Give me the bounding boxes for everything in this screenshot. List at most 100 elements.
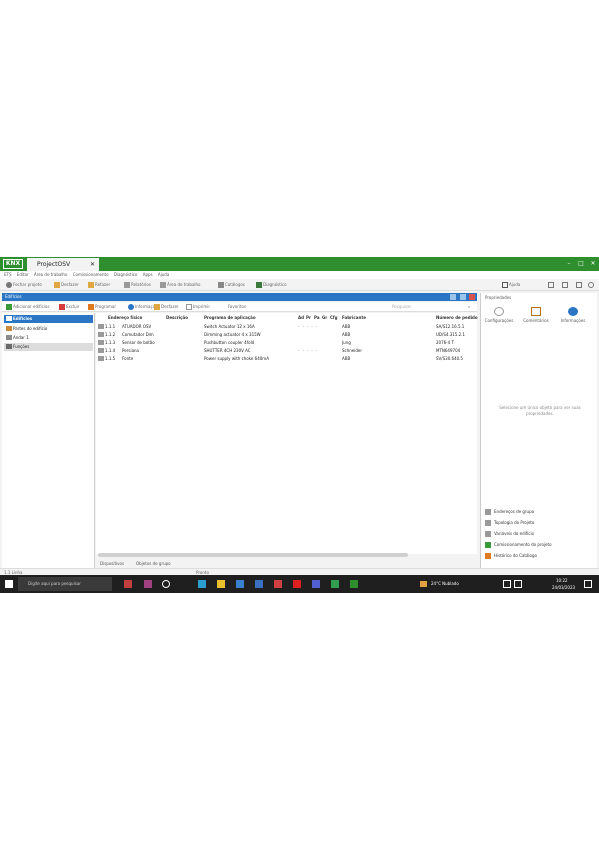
panel-dropdown-icon[interactable]	[450, 294, 457, 300]
menu-item[interactable]: Ajuda	[158, 272, 169, 277]
teams-icon[interactable]	[312, 580, 320, 588]
app-icon[interactable]	[124, 580, 132, 588]
link-building-variables[interactable]: Variáveis do edifício	[485, 529, 595, 539]
col-header[interactable]: Fabricante	[342, 315, 366, 320]
toolbar-icon-2[interactable]	[562, 279, 569, 291]
col-header[interactable]: Gr	[322, 315, 327, 320]
notifications-icon[interactable]	[584, 580, 592, 588]
link-catalog-history[interactable]: Histórico do Catálogo	[485, 551, 595, 561]
close-window-button[interactable]: ✕	[589, 259, 597, 268]
settings-tab[interactable]: Configurações	[484, 307, 514, 323]
search-input[interactable]: Pesquisar	[392, 302, 411, 312]
menu-item[interactable]: Área de trabalho	[34, 272, 68, 277]
information-tab[interactable]: Informações	[558, 307, 588, 323]
toolbar-icon-1[interactable]	[548, 279, 555, 291]
link-topology[interactable]: Topologia do Projeto	[485, 518, 595, 528]
taskbar-search-input[interactable]: Digite aqui para pesquisar	[18, 577, 112, 591]
menu-item[interactable]: ETS	[4, 272, 12, 277]
device-icon	[98, 356, 104, 361]
table-row[interactable]: 1.1.2 Comutador Dim Dimming actuator 4 x…	[96, 331, 477, 339]
ets-icon[interactable]	[350, 580, 358, 588]
history-icon	[485, 553, 491, 559]
cell-manufacturer: ABB	[342, 332, 351, 337]
cell-application: SHUTTER 4CH 230V AC	[204, 348, 251, 353]
menu-item[interactable]: Apps	[143, 272, 153, 277]
minimize-button[interactable]: –	[565, 259, 573, 268]
whatsapp-icon[interactable]	[331, 580, 339, 588]
col-header[interactable]: Endereço físico	[108, 315, 142, 320]
settings-icon	[494, 307, 504, 316]
tree-item-functions[interactable]: Funções	[4, 343, 93, 351]
youtube-icon[interactable]	[293, 580, 301, 588]
file-explorer-icon[interactable]	[217, 580, 225, 588]
maximize-button[interactable]: □	[577, 259, 585, 268]
user-icon	[588, 282, 594, 288]
toolbar-icon-3[interactable]	[576, 279, 583, 291]
col-header[interactable]: Cfg	[330, 315, 338, 320]
col-header[interactable]: Pr	[306, 315, 311, 320]
reports-button[interactable]: Relatórios	[124, 279, 151, 291]
reset-button[interactable]: Desfazer	[154, 302, 179, 312]
panel-close-icon[interactable]	[469, 294, 475, 300]
panel-toolbar: Adicionar edifícios Excluir Programar In…	[2, 302, 477, 312]
network-icon[interactable]	[503, 580, 511, 588]
col-header[interactable]: Ad	[298, 315, 304, 320]
col-header[interactable]: Pa	[314, 315, 320, 320]
volume-icon[interactable]	[514, 580, 522, 588]
col-header[interactable]: Descrição	[166, 315, 188, 320]
properties-empty-message: Selecione um único objeto para ver suas …	[499, 405, 581, 416]
workspace-button[interactable]: Área de trabalho	[160, 279, 201, 291]
undo-icon	[54, 282, 60, 288]
catalogs-button[interactable]: Catálogos	[218, 279, 245, 291]
search-icon[interactable]: ⌕	[468, 302, 470, 312]
redo-button[interactable]: Refazer	[88, 279, 110, 291]
buildings-tree: Edifícios Partes do edifício Andar 1 Fun…	[2, 313, 95, 571]
col-header[interactable]: Programa de aplicação	[204, 315, 256, 320]
mail-icon[interactable]	[255, 580, 263, 588]
store-icon[interactable]	[236, 580, 244, 588]
cell-manufacturer: ABB	[342, 324, 351, 329]
report-icon	[124, 282, 130, 288]
favorites-button[interactable]: Favoritos	[228, 302, 246, 312]
project-tab[interactable]: ProjectOSV ✕	[27, 258, 99, 271]
menu-item[interactable]: Diagnóstico	[114, 272, 138, 277]
link-group-addresses[interactable]: Endereços de grupo	[485, 507, 595, 517]
tree-item-floor[interactable]: Andar 1	[4, 334, 93, 342]
windows-taskbar: Digite aqui para pesquisar 24°C Nublado …	[0, 575, 599, 593]
table-row[interactable]: 1.1.3 Sensor de botão Pushbutton coupler…	[96, 339, 477, 347]
cell-order: MTN649704	[436, 348, 461, 353]
col-header[interactable]: Número de pedido	[436, 315, 478, 320]
task-view-icon[interactable]	[162, 580, 170, 588]
toolbar-icon-4[interactable]	[588, 279, 595, 291]
menu-item[interactable]: Comissionamento	[73, 272, 109, 277]
close-project-button[interactable]: Fechar projeto	[6, 279, 42, 291]
menu-item[interactable]: Editar	[17, 272, 29, 277]
panel-pin-icon[interactable]	[459, 294, 466, 300]
add-buildings-button[interactable]: Adicionar edifícios	[6, 302, 49, 312]
undo-button[interactable]: Desfazer	[54, 279, 79, 291]
diagnostics-icon	[256, 282, 262, 288]
horizontal-scrollbar[interactable]	[98, 553, 408, 557]
delete-button[interactable]: Excluir	[59, 302, 79, 312]
table-row[interactable]: 1.1.4 Persiana SHUTTER 4CH 230V AC -----…	[96, 347, 477, 355]
office-icon[interactable]	[274, 580, 282, 588]
tree-item-buildings[interactable]: Edifícios	[4, 315, 93, 323]
table-row[interactable]: 1.1.5 Fonte Power supply with choke 640m…	[96, 355, 477, 363]
download-icon	[88, 304, 94, 310]
link-commissioning[interactable]: Comissionamento do projeto	[485, 540, 595, 550]
tree-item-building-parts[interactable]: Partes do edifício	[4, 325, 93, 333]
close-tab-icon[interactable]: ✕	[90, 258, 95, 271]
table-row[interactable]: 1.1.1 ATUADOR OSV Switch Actuator 12 x 1…	[96, 323, 477, 331]
diagnostics-button[interactable]: Diagnóstico	[256, 279, 287, 291]
windows-start-icon[interactable]	[5, 580, 13, 588]
print-button[interactable]: Imprimir	[186, 302, 210, 312]
help-button[interactable]: Ajuda	[502, 279, 520, 291]
print-icon	[186, 304, 192, 310]
cell-application: Switch Actuator 12 x 16A	[204, 324, 255, 329]
device-icon	[98, 340, 104, 345]
app-icon[interactable]	[144, 580, 152, 588]
edge-icon[interactable]	[198, 580, 206, 588]
device-icon	[98, 324, 104, 329]
comments-tab[interactable]: Comentários	[521, 307, 551, 323]
download-button[interactable]: Programar	[88, 302, 116, 312]
